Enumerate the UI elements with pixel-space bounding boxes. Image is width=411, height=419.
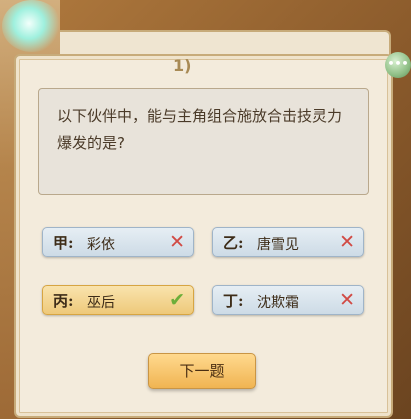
wrong-mark-icon: ✕ xyxy=(339,231,355,253)
chat-bubble-icon[interactable]: ••• xyxy=(385,52,411,78)
option-key: 丁: xyxy=(223,292,244,310)
wrong-mark-icon: ✕ xyxy=(169,231,185,253)
option-label: 彩依 xyxy=(87,237,115,253)
option-label: 唐雪见 xyxy=(257,237,299,253)
option-b[interactable]: 乙: 唐雪见 ✕ xyxy=(212,227,364,257)
option-key: 甲: xyxy=(53,234,74,252)
option-key: 丙: xyxy=(53,292,74,310)
option-a[interactable]: 甲: 彩依 ✕ xyxy=(42,227,194,257)
panel-title: 1) xyxy=(173,56,192,75)
option-label: 沈欺霜 xyxy=(257,295,299,311)
next-question-button[interactable]: 下一题 xyxy=(148,353,256,389)
glow-orb-icon xyxy=(2,0,62,52)
option-d[interactable]: 丁: 沈欺霜 ✕ xyxy=(212,285,364,315)
option-key: 乙: xyxy=(223,234,244,252)
option-c[interactable]: 丙: 巫后 ✔ xyxy=(42,285,194,315)
wrong-mark-icon: ✕ xyxy=(339,289,355,311)
check-mark-icon: ✔ xyxy=(169,289,185,311)
option-label: 巫后 xyxy=(87,295,115,311)
question-text: 以下伙伴中，能与主角组合施放合击技灵力爆发的是? xyxy=(57,107,343,152)
question-box: 以下伙伴中，能与主角组合施放合击技灵力爆发的是? xyxy=(38,88,369,195)
